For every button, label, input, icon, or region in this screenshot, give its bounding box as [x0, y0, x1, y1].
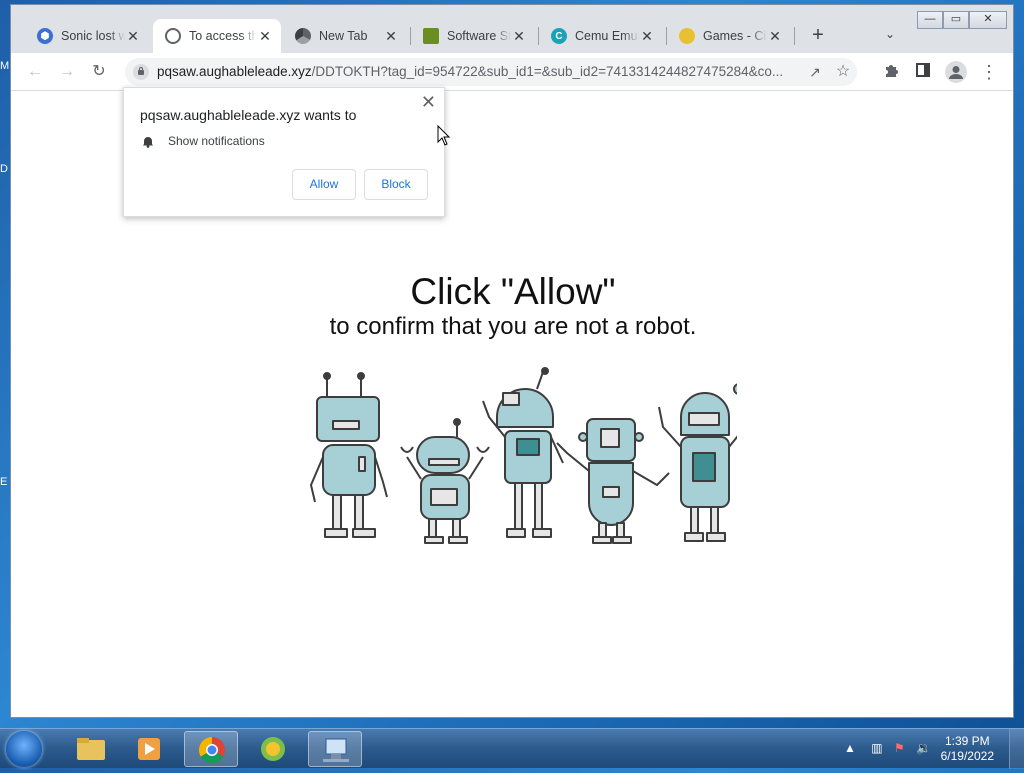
tab-new-tab[interactable]: New Tab ✕	[283, 19, 407, 53]
software-store-icon	[423, 28, 439, 44]
close-tab-icon[interactable]: ✕	[257, 28, 273, 45]
clock[interactable]: 1:39 PM 6/19/2022	[941, 734, 994, 764]
tab-title: Cemu Emul	[575, 29, 639, 43]
start-orb-icon[interactable]	[6, 731, 42, 767]
close-tab-icon[interactable]: ✕	[639, 28, 655, 45]
permission-row: Show notifications	[142, 134, 265, 148]
network-app-taskbar-icon[interactable]	[308, 731, 362, 767]
menu-kebab-icon[interactable]: ⋮	[979, 62, 999, 82]
robot-figure	[310, 372, 388, 538]
tab-active-to-access[interactable]: To access th ✕	[153, 19, 281, 53]
bell-icon	[142, 135, 154, 148]
tab-title: Games - Cit	[703, 29, 767, 43]
robot-figure	[556, 418, 670, 544]
media-player-taskbar-icon[interactable]	[122, 731, 176, 767]
maximize-button[interactable]: ▭	[943, 11, 969, 29]
desktop-icon-label-fragment: D	[0, 163, 8, 175]
lock-icon[interactable]	[133, 64, 149, 80]
tab-title: To access th	[189, 29, 257, 43]
close-tab-icon[interactable]: ✕	[511, 28, 527, 45]
close-tab-icon[interactable]: ✕	[383, 28, 399, 45]
close-tab-icon[interactable]: ✕	[125, 28, 141, 45]
tab-strip: ⬢ Sonic lost w ✕ To access th ✕ New Tab …	[11, 5, 1013, 53]
notification-permission-popup: ✕ pqsaw.aughableleade.xyz wants to Show …	[123, 87, 445, 217]
tab-sonic[interactable]: ⬢ Sonic lost w ✕	[25, 19, 149, 53]
coin-icon	[679, 28, 695, 44]
url-host: pqsaw.aughableleade.xyz	[157, 64, 312, 79]
tab-software-store[interactable]: Software St ✕	[411, 19, 535, 53]
tab-title: New Tab	[319, 29, 368, 43]
shield-icon: ⬢	[37, 28, 53, 44]
close-window-button[interactable]: ✕	[969, 11, 1007, 29]
tab-separator	[794, 27, 795, 45]
extensions-puzzle-icon[interactable]	[881, 62, 901, 82]
robot-figure	[658, 383, 737, 542]
globe-icon	[165, 28, 181, 44]
robot-figure	[482, 367, 564, 538]
popup-close-icon[interactable]: ✕	[421, 92, 436, 113]
action-center-flag-icon[interactable]: ⚑	[894, 741, 905, 755]
system-tray: ▲ ▥ ⚑ 🔉	[844, 741, 931, 755]
clock-date: 6/19/2022	[940, 749, 994, 763]
cemu-icon: C	[551, 28, 567, 44]
back-arrow-icon[interactable]: ←	[25, 62, 45, 82]
tab-title: Sonic lost w	[61, 29, 125, 43]
side-panel-icon[interactable]	[913, 62, 933, 82]
robots-illustration	[310, 367, 737, 544]
mouse-cursor-icon	[437, 125, 451, 146]
desktop-icon-label-fragment: M	[0, 60, 10, 72]
profile-avatar-icon[interactable]	[945, 61, 967, 83]
close-tab-icon[interactable]: ✕	[767, 28, 783, 45]
tab-cemu[interactable]: C Cemu Emul ✕	[539, 19, 663, 53]
chrome-window: ⬢ Sonic lost w ✕ To access th ✕ New Tab …	[10, 4, 1014, 718]
share-icon[interactable]: ↗	[805, 62, 825, 82]
chrome-taskbar-icon[interactable]	[184, 731, 238, 767]
browser-toolbar: ← → ↻ pqsaw.aughableleade.xyz/DDTOKTH?ta…	[11, 53, 1013, 91]
clock-time: 1:39 PM	[944, 734, 990, 748]
tab-search-chevron-icon[interactable]: ⌄	[885, 27, 895, 41]
permission-label: Show notifications	[168, 134, 265, 148]
file-explorer-taskbar-icon[interactable]	[64, 731, 118, 767]
network-icon[interactable]: ▥	[871, 741, 882, 755]
page-headline: Click "Allow"	[410, 271, 616, 312]
tab-games[interactable]: Games - Cit ✕	[667, 19, 791, 53]
minimize-button[interactable]: —	[917, 11, 943, 29]
popup-title: pqsaw.aughableleade.xyz wants to	[140, 107, 357, 123]
tab-title: Software St	[447, 29, 511, 43]
show-desktop-button[interactable]	[1009, 729, 1024, 769]
new-tab-button[interactable]: +	[807, 25, 829, 47]
url-text[interactable]: pqsaw.aughableleade.xyz/DDTOKTH?tag_id=9…	[157, 64, 797, 79]
allow-button[interactable]: Allow	[292, 169, 356, 200]
taskbar: ▲ ▥ ⚑ 🔉 1:39 PM 6/19/2022	[0, 728, 1024, 769]
reload-icon[interactable]: ↻	[89, 62, 109, 82]
robot-figure	[400, 418, 490, 544]
chrome-icon	[295, 28, 311, 44]
show-hidden-icons-icon[interactable]: ▲	[844, 741, 856, 755]
volume-icon[interactable]: 🔉	[916, 741, 931, 755]
url-path: /DDTOKTH?tag_id=954722&sub_id1=&sub_id2=…	[311, 64, 784, 79]
page-subline: to confirm that you are not a robot.	[329, 313, 697, 340]
address-bar[interactable]: pqsaw.aughableleade.xyz/DDTOKTH?tag_id=9…	[125, 58, 857, 86]
desktop-icon-label-fragment: E	[0, 476, 8, 488]
block-button[interactable]: Block	[364, 169, 428, 200]
bookmark-star-icon[interactable]: ☆	[833, 62, 853, 82]
app-taskbar-icon[interactable]	[246, 731, 300, 767]
forward-arrow-icon[interactable]: →	[57, 62, 77, 82]
